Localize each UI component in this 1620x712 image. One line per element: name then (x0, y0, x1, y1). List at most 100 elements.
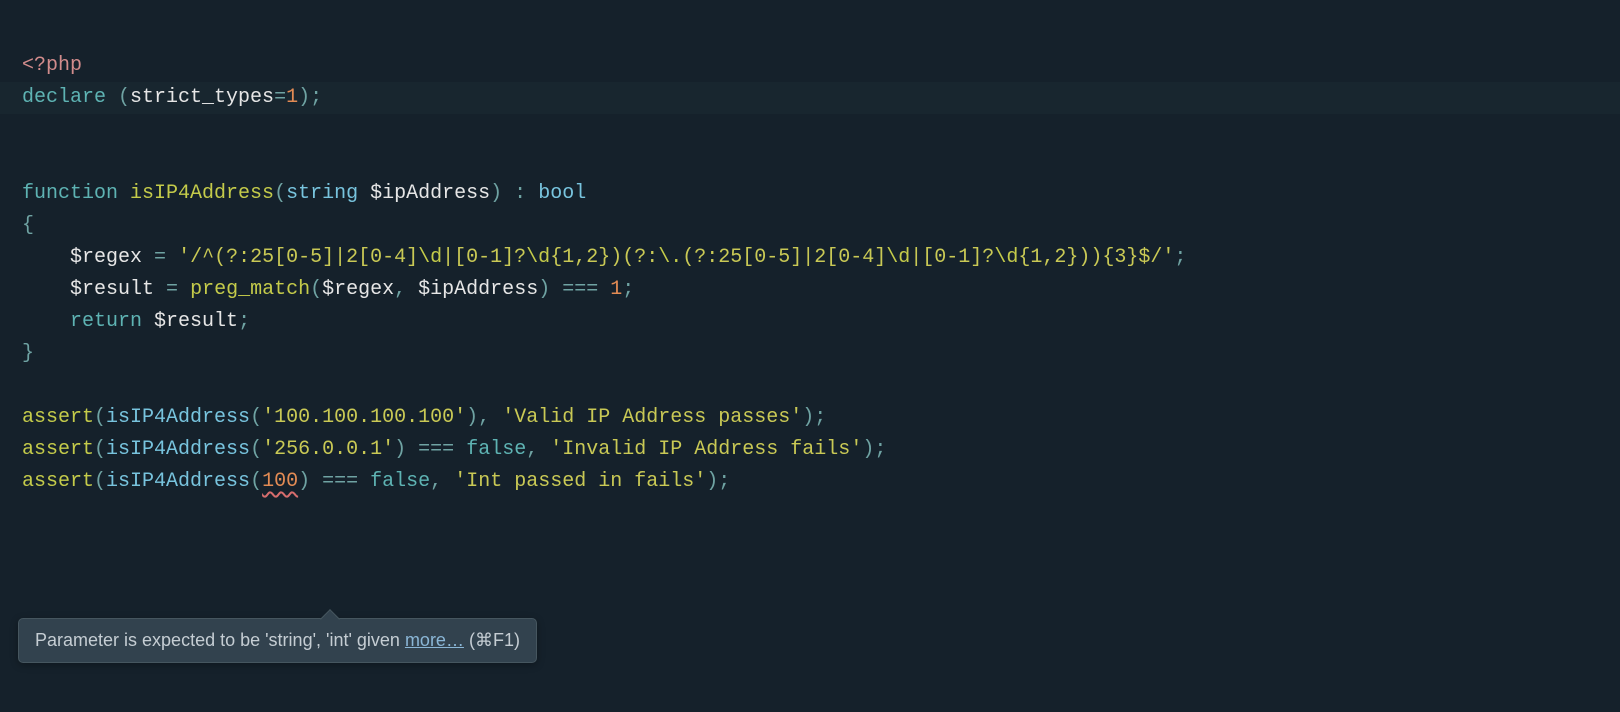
code-token: ( (94, 406, 106, 429)
code-token (598, 278, 610, 301)
code-token: assert (22, 470, 94, 493)
code-token: strict_types (130, 86, 274, 109)
code-token: 256.0.0.1 (274, 438, 382, 461)
code-token: === (322, 470, 358, 493)
code-token: isIP4Address (130, 182, 274, 205)
code-token: , (478, 406, 490, 429)
code-token: ( (250, 470, 262, 493)
code-token (406, 438, 418, 461)
code-token: , (394, 278, 406, 301)
tooltip-message: Parameter is expected to be 'string', 'i… (35, 630, 405, 650)
code-token: ' (502, 406, 514, 429)
code-token: Valid IP Address passes (514, 406, 790, 429)
code-token: isIP4Address (106, 470, 250, 493)
highlighted-line: declare (strict_types=1); (0, 82, 1620, 114)
code-token: ( (250, 406, 262, 429)
code-token: function (22, 182, 118, 205)
code-token: \d (418, 246, 442, 269)
code-token: $result (70, 278, 154, 301)
code-token: = (154, 246, 166, 269)
code-token: === (418, 438, 454, 461)
code-token: ; (874, 438, 886, 461)
code-token: isIP4Address (106, 406, 250, 429)
code-token: === (562, 278, 598, 301)
code-token (178, 278, 190, 301)
code-token: {1,2})){3}$/ (1018, 246, 1162, 269)
code-token: ' (694, 470, 706, 493)
code-token: = (274, 86, 286, 109)
code-token: ' (262, 406, 274, 429)
code-token (22, 310, 70, 333)
code-token: |[0-1]? (442, 246, 526, 269)
code-token: \. (658, 246, 682, 269)
code-token: return (70, 310, 142, 333)
code-token: = (166, 278, 178, 301)
code-token: ' (850, 438, 862, 461)
code-token: assert (22, 406, 94, 429)
code-token: ; (1174, 246, 1186, 269)
code-token: ' (178, 246, 190, 269)
code-token (550, 278, 562, 301)
code-token: ) (706, 470, 718, 493)
code-token: ; (718, 470, 730, 493)
code-token: { (22, 214, 34, 237)
code-token: ) (538, 278, 550, 301)
tooltip-shortcut: (⌘F1) (464, 630, 520, 650)
code-token: ' (790, 406, 802, 429)
code-token (526, 182, 538, 205)
code-token: ) (466, 406, 478, 429)
code-token: 1 (286, 86, 298, 109)
tooltip-more-link[interactable]: more… (405, 630, 464, 650)
code-token (454, 438, 466, 461)
code-token: ) (298, 470, 310, 493)
code-editor[interactable]: <?php declare (strict_types=1); function… (0, 0, 1620, 498)
code-token (406, 278, 418, 301)
code-token: ; (310, 86, 322, 109)
error-token[interactable]: 100 (262, 470, 298, 493)
code-token: $regex (70, 246, 142, 269)
code-token: ( (310, 278, 322, 301)
code-token: ) (394, 438, 406, 461)
code-token (142, 310, 154, 333)
code-token: } (22, 342, 34, 365)
code-token: <?php (22, 54, 82, 77)
code-token: $ipAddress (370, 182, 490, 205)
code-token: ; (814, 406, 826, 429)
code-token (154, 278, 166, 301)
code-token: \d (886, 246, 910, 269)
code-token: ) (298, 86, 310, 109)
code-token: ( (94, 470, 106, 493)
code-token (442, 470, 454, 493)
code-token: ) (862, 438, 874, 461)
code-token: /^(?:25[0-5]|2[0-4] (190, 246, 418, 269)
code-token: $ipAddress (418, 278, 538, 301)
code-token: preg_match (190, 278, 310, 301)
code-token: (?:25[0-5]|2[0-4] (682, 246, 886, 269)
code-token: ) (802, 406, 814, 429)
code-token: bool (538, 182, 586, 205)
code-token: \d (994, 246, 1018, 269)
code-token: ) (490, 182, 502, 205)
inspection-tooltip[interactable]: Parameter is expected to be 'string', 'i… (18, 618, 537, 663)
code-token: {1,2})(?: (550, 246, 658, 269)
code-token: ; (622, 278, 634, 301)
code-token: isIP4Address (106, 438, 250, 461)
code-token: ' (550, 438, 562, 461)
code-token (166, 246, 178, 269)
code-token: 100.100.100.100 (274, 406, 454, 429)
code-token: ' (454, 406, 466, 429)
code-token: Int passed in fails (466, 470, 694, 493)
code-token (358, 470, 370, 493)
code-token: 1 (610, 278, 622, 301)
code-token: \d (526, 246, 550, 269)
code-token: assert (22, 438, 94, 461)
code-token (502, 182, 514, 205)
code-token (358, 182, 370, 205)
code-token: ' (1162, 246, 1174, 269)
code-token: ( (274, 182, 286, 205)
code-token: string (286, 182, 358, 205)
code-token: ' (454, 470, 466, 493)
code-token: ' (262, 438, 274, 461)
code-token: : (514, 182, 526, 205)
code-token (538, 438, 550, 461)
